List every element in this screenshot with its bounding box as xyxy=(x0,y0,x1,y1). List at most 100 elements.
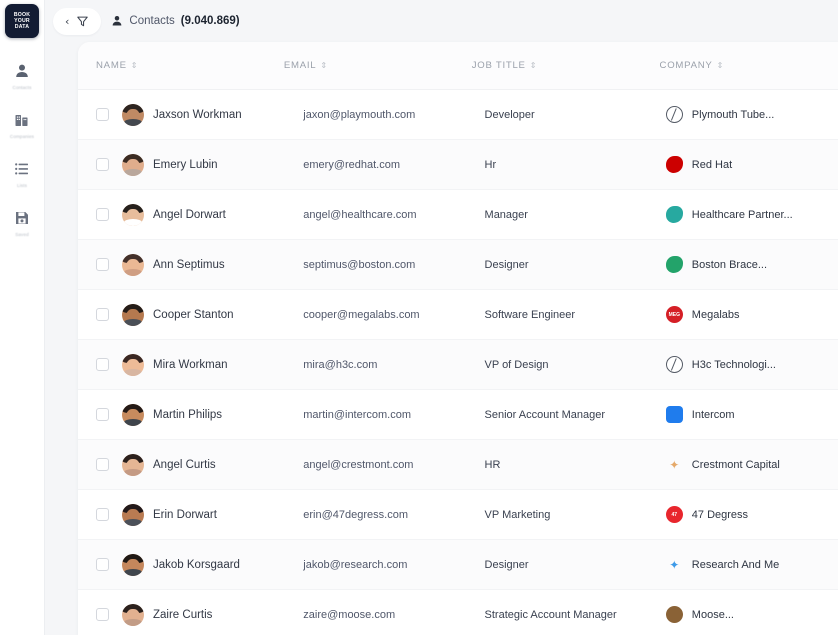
company-logo-icon: MEG xyxy=(665,306,683,323)
company-logo-icon xyxy=(665,406,683,423)
row-checkbox[interactable] xyxy=(96,458,109,471)
table-row[interactable]: Emery Lubin emery@redhat.com Hr Red Hat xyxy=(78,140,838,190)
sidebar-nav: Contacts Companies Lists Saved xyxy=(0,62,44,258)
row-checkbox[interactable] xyxy=(96,158,109,171)
avatar xyxy=(122,353,144,376)
logo-line-3: DATA xyxy=(14,24,30,31)
contact-name: Cooper Stanton xyxy=(153,308,234,321)
table-row[interactable]: Mira Workman mira@h3c.com VP of Design H3c … xyxy=(78,340,838,390)
table-row[interactable]: Zaire Curtis zaire@moose.com Strategic Acc… xyxy=(78,590,838,635)
contacts-app: BOOK YOUR DATA Contacts Companies Lists … xyxy=(0,0,838,635)
sidebar-item-label: Lists xyxy=(17,183,27,188)
avatar xyxy=(122,253,144,276)
breadcrumb[interactable]: Contacts (9.040.869) xyxy=(111,15,240,27)
cell-name: Erin Dorwart xyxy=(122,503,303,526)
sidebar-item-lists[interactable]: Lists xyxy=(0,160,44,206)
cell-company: H3c Technologi... xyxy=(665,356,838,373)
table-body: Jaxson Workman jaxon@playmouth.com Develop… xyxy=(78,90,838,635)
contact-name: Jaxson Workman xyxy=(153,108,242,121)
cell-job-title: Designer xyxy=(484,558,529,571)
column-header-job-title[interactable]: JOB TITLE ⇕ xyxy=(472,60,660,71)
filter-toggle-button[interactable]: ‹ xyxy=(53,7,102,35)
row-checkbox[interactable] xyxy=(96,208,109,221)
sidebar-item-label: Contacts xyxy=(12,85,32,90)
cell-name: Angel Dorwart xyxy=(122,203,303,226)
cell-company: ✦ Crestmont Capital xyxy=(666,456,838,473)
cell-name: Angel Curtis xyxy=(122,453,303,476)
company-name: 47 Degress xyxy=(691,508,749,521)
company-logo-icon xyxy=(665,206,683,223)
column-header-email[interactable]: EMAIL ⇕ xyxy=(284,60,472,71)
chevron-left-icon[interactable]: ‹ xyxy=(65,16,69,27)
contact-name: Mira Workman xyxy=(153,358,228,371)
row-checkbox[interactable] xyxy=(96,408,109,421)
cell-job-title: Senior Account Manager xyxy=(484,408,605,421)
company-name: Moose... xyxy=(691,608,734,621)
avatar xyxy=(122,603,144,626)
column-header-name[interactable]: NAME ⇕ xyxy=(96,60,284,71)
row-checkbox[interactable] xyxy=(96,358,109,371)
contact-name: Emery Lubin xyxy=(153,158,218,171)
table-row[interactable]: Jaxson Workman jaxon@playmouth.com Develop… xyxy=(78,90,838,140)
cell-company: Moose... xyxy=(665,606,838,623)
sidebar-item-contacts[interactable]: Contacts xyxy=(0,62,44,108)
company-name: Intercom xyxy=(691,408,735,421)
row-checkbox[interactable] xyxy=(96,108,109,121)
cell-job-title: HR xyxy=(484,458,501,471)
table-row[interactable]: Martin Philips martin@intercom.com Senior … xyxy=(78,390,838,440)
cell-email: jakob@research.com xyxy=(303,558,408,571)
cell-email: martin@intercom.com xyxy=(303,408,412,421)
toolbar: ‹ Contacts (9.040.869) xyxy=(45,0,838,42)
row-checkbox[interactable] xyxy=(96,558,109,571)
column-header-label: JOB TITLE xyxy=(471,60,526,71)
cell-company: Plymouth Tube... xyxy=(665,106,838,123)
cell-name: Emery Lubin xyxy=(122,153,303,176)
cell-company: ✦ Research And Me xyxy=(666,556,838,573)
avatar xyxy=(122,153,144,176)
person-icon xyxy=(111,15,123,27)
table-row[interactable]: Ann Septimus septimus@boston.com Designer B… xyxy=(78,240,838,290)
avatar xyxy=(122,553,144,576)
sort-icon[interactable]: ⇕ xyxy=(131,61,138,70)
cell-name: Zaire Curtis xyxy=(122,603,303,626)
cell-job-title: Strategic Account Manager xyxy=(484,608,617,621)
sidebar-item-saved[interactable]: Saved xyxy=(0,209,44,255)
company-logo-icon xyxy=(665,106,683,123)
funnel-icon[interactable] xyxy=(76,15,89,28)
company-name: Research And Me xyxy=(691,558,780,571)
sort-icon[interactable]: ⇕ xyxy=(320,61,327,70)
cell-email: mira@h3c.com xyxy=(303,358,378,371)
row-checkbox[interactable] xyxy=(96,508,109,521)
table-row[interactable]: Angel Dorwart angel@healthcare.com Manager… xyxy=(78,190,838,240)
cell-company: Healthcare Partner... xyxy=(665,206,838,223)
cell-name: Jakob Korsgaard xyxy=(122,553,303,576)
cell-company: Boston Brace... xyxy=(665,256,838,273)
sort-icon[interactable]: ⇕ xyxy=(530,61,537,70)
sort-icon[interactable]: ⇕ xyxy=(717,61,724,70)
table-row[interactable]: Erin Dorwart erin@47degress.com VP Marketi… xyxy=(78,490,838,540)
contact-name: Zaire Curtis xyxy=(153,608,213,621)
column-header-company[interactable]: COMPANY ⇕ xyxy=(660,60,838,71)
row-checkbox[interactable] xyxy=(96,608,109,621)
person-icon xyxy=(13,62,31,80)
table-row[interactable]: Jakob Korsgaard jakob@research.com Designe… xyxy=(78,540,838,590)
contacts-table-card: NAME ⇕ EMAIL ⇕ JOB TITLE ⇕ COMPANY ⇕ Jax… xyxy=(78,42,838,635)
company-logo-icon xyxy=(665,606,683,623)
sidebar-item-companies[interactable]: Companies xyxy=(0,111,44,157)
app-logo[interactable]: BOOK YOUR DATA xyxy=(5,4,39,38)
cell-email: jaxon@playmouth.com xyxy=(303,108,416,121)
table-row[interactable]: Cooper Stanton cooper@megalabs.com Softwar… xyxy=(78,290,838,340)
cell-job-title: Hr xyxy=(484,158,497,171)
row-checkbox[interactable] xyxy=(96,308,109,321)
company-name: Boston Brace... xyxy=(691,258,768,271)
table-row[interactable]: Angel Curtis angel@crestmont.com HR ✦ Crestm… xyxy=(78,440,838,490)
avatar xyxy=(122,203,144,226)
contact-name: Angel Curtis xyxy=(153,458,216,471)
row-checkbox[interactable] xyxy=(96,258,109,271)
save-icon xyxy=(13,209,31,227)
table-header-row: NAME ⇕ EMAIL ⇕ JOB TITLE ⇕ COMPANY ⇕ xyxy=(78,42,838,90)
company-logo-icon xyxy=(665,156,683,173)
main-area: ‹ Contacts (9.040.869) NAME ⇕ EMAIL ⇕ JO… xyxy=(45,0,838,635)
list-icon xyxy=(13,160,31,178)
cell-name: Cooper Stanton xyxy=(122,303,303,326)
